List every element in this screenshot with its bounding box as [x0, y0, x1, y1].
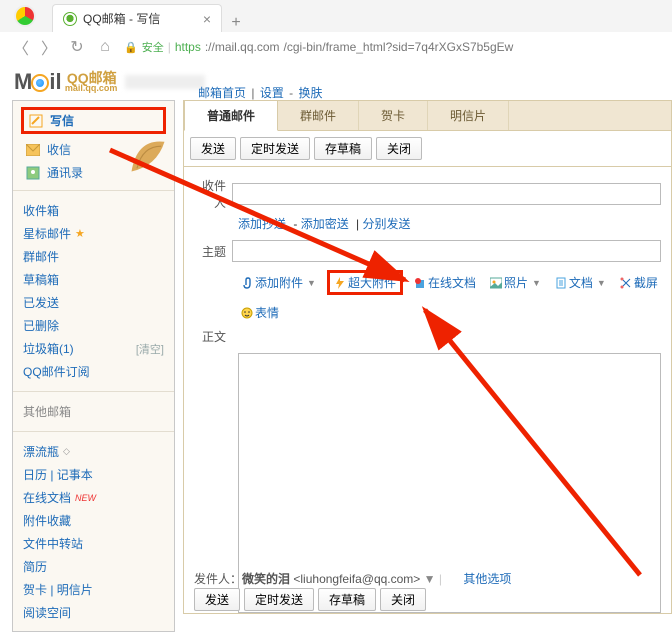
nav-home-icon[interactable]: ⌂ [96, 38, 114, 56]
compose-toolbar-bottom: 发送 定时发送 存草稿 关闭 [194, 588, 426, 611]
link-skin[interactable]: 换肤 [299, 86, 323, 100]
sender-bar: 发件人：微笑的泪 <liuhongfeifa@qq.com> ▼ | 其他选项 [194, 570, 661, 587]
compose-icon [28, 113, 44, 129]
folder-drafts[interactable]: 草稿箱 [23, 268, 164, 291]
url-path: /cgi-bin/frame_html?sid=7q4rXGxS7b5gEw [284, 40, 514, 54]
subject-input[interactable] [232, 240, 661, 262]
link-settings[interactable]: 设置 [260, 86, 284, 100]
label-body: 正文 [194, 328, 232, 345]
compose-tabs: 普通邮件 群邮件 贺卡 明信片 [183, 100, 672, 130]
new-tab-button[interactable]: + [222, 14, 250, 32]
spam-clear[interactable]: [清空] [136, 341, 164, 357]
timed-send-button[interactable]: 定时发送 [240, 137, 310, 160]
folder-deleted[interactable]: 已删除 [23, 314, 164, 337]
star-icon: ★ [75, 227, 85, 240]
scissors-icon [620, 277, 632, 289]
leaf-decor-icon [126, 133, 170, 177]
nav-forward-icon[interactable]: 〉 [40, 35, 58, 59]
extra-drift[interactable]: 漂流瓶 ◇ [23, 440, 164, 463]
other-options[interactable]: 其他选项 [463, 572, 511, 586]
label-to: 收件人 [194, 177, 232, 211]
folder-inbox[interactable]: 收件箱 [23, 199, 164, 222]
compose-toolbar: 发送 定时发送 存草稿 关闭 [183, 130, 672, 167]
browser-tab[interactable]: QQ邮箱 - 写信 × [52, 4, 222, 32]
head-links: 邮箱首页 | 设置 - 换肤 [196, 84, 325, 101]
extra-cards[interactable]: 贺卡 | 明信片 [23, 578, 164, 601]
extra-readspace[interactable]: 阅读空间 [23, 601, 164, 624]
browser-tabs: QQ邮箱 - 写信 × + [0, 0, 672, 32]
extra-calendar[interactable]: 日历 | 记事本 [23, 463, 164, 486]
link-cc[interactable]: 添加抄送 [238, 217, 286, 231]
sender-drop-icon[interactable]: ▼ [424, 572, 436, 586]
insert-doc[interactable]: 文档▼ [552, 273, 609, 292]
folder-group[interactable]: 群邮件 [23, 245, 164, 268]
nav-back-icon[interactable]: 〈 [12, 35, 30, 59]
doc-cloud-icon [414, 277, 426, 289]
recipient-sublinks: 添加抄送 - 添加密送 | 分别发送 [238, 215, 661, 232]
label-subject: 主题 [194, 243, 232, 260]
tab-title: QQ邮箱 - 写信 [83, 10, 160, 27]
folder-spam[interactable]: 垃圾箱(1)[清空] [23, 337, 164, 360]
insert-photo[interactable]: 照片▼ [487, 273, 544, 292]
link-home[interactable]: 邮箱首页 [198, 86, 246, 100]
link-bcc[interactable]: 添加密送 [301, 217, 349, 231]
lock-icon: 🔒 [124, 41, 138, 54]
sidebar: 写信 收信 通讯录 收件箱 星标邮件★ 群邮件 草稿箱 已发送 已删除 垃圾箱(… [12, 100, 175, 632]
send-button-bottom[interactable]: 发送 [194, 588, 240, 611]
close-button[interactable]: 关闭 [376, 137, 422, 160]
timed-send-button-bottom[interactable]: 定时发送 [244, 588, 314, 611]
browser-chrome: QQ邮箱 - 写信 × + 〈 〉 ↻ ⌂ 🔒 安全 | https://mai… [0, 0, 672, 62]
emoji[interactable]: 表情 [238, 303, 282, 322]
bolt-icon [334, 277, 346, 289]
url-box[interactable]: 🔒 安全 | https://mail.qq.com/cgi-bin/frame… [124, 39, 660, 55]
main-pane: 普通邮件 群邮件 贺卡 明信片 发送 定时发送 存草稿 关闭 收件人 添加抄送 … [175, 96, 672, 632]
compose-form: 收件人 添加抄送 - 添加密送 | 分别发送 主题 添加附件▼ 超大附件 在线文… [183, 167, 672, 614]
compose-button[interactable]: 写信 [21, 107, 166, 134]
sender-name: 微笑的泪 [242, 572, 290, 586]
to-input[interactable] [232, 183, 661, 205]
inbox-icon [25, 142, 41, 158]
qqmail-favicon [63, 12, 77, 26]
url-host: ://mail.qq.com [205, 40, 280, 54]
browser-navbar: 〈 〉 ↻ ⌂ 🔒 安全 | https://mail.qq.com/cgi-b… [0, 32, 672, 62]
photo-icon [490, 277, 502, 289]
doc-icon [555, 277, 567, 289]
folder-starred[interactable]: 星标邮件★ [23, 222, 164, 245]
tab-greeting[interactable]: 贺卡 [359, 101, 428, 130]
emoji-icon [241, 307, 253, 319]
add-attachment[interactable]: 添加附件▼ [238, 273, 319, 292]
tab-group[interactable]: 群邮件 [278, 101, 359, 130]
contacts-icon [25, 165, 41, 181]
qqmail-logo[interactable]: Mil QQ邮箱 mail.qq.com [14, 69, 117, 95]
close-button-bottom[interactable]: 关闭 [380, 588, 426, 611]
save-draft-button[interactable]: 存草稿 [314, 137, 372, 160]
sender-email: <liuhongfeifa@qq.com> [293, 572, 420, 586]
extra-resume[interactable]: 简历 [23, 555, 164, 578]
secure-label: 安全 [142, 39, 164, 55]
attach-bar: 添加附件▼ 超大附件 在线文档 照片▼ 文档▼ 截屏 表情 [238, 270, 661, 322]
link-separate[interactable]: 分别发送 [363, 217, 411, 231]
online-docs[interactable]: 在线文档 [411, 273, 479, 292]
mail-header: Mil QQ邮箱 mail.qq.com 邮箱首页 | 设置 - 换肤 [0, 62, 672, 96]
tab-normal[interactable]: 普通邮件 [184, 100, 278, 131]
folder-subscribe[interactable]: QQ邮件订阅 [23, 360, 164, 383]
extra-fav[interactable]: 附件收藏 [23, 509, 164, 532]
large-attachment[interactable]: 超大附件 [327, 270, 403, 295]
chrome-profile-icon [14, 5, 36, 27]
screenshot[interactable]: 截屏 [617, 273, 661, 292]
extra-docs[interactable]: 在线文档NEW [23, 486, 164, 509]
folder-sent[interactable]: 已发送 [23, 291, 164, 314]
send-button[interactable]: 发送 [190, 137, 236, 160]
tab-postcard[interactable]: 明信片 [428, 101, 509, 130]
paperclip-icon [241, 277, 253, 289]
tab-close-icon[interactable]: × [203, 11, 211, 27]
other-mailbox-header: 其他邮箱 [23, 400, 164, 423]
save-draft-button-bottom[interactable]: 存草稿 [318, 588, 376, 611]
url-https: https [175, 40, 201, 54]
user-blur [125, 75, 205, 89]
extra-transfer[interactable]: 文件中转站 [23, 532, 164, 555]
dropdown-icon: ▼ [307, 278, 316, 288]
nav-reload-icon[interactable]: ↻ [68, 37, 86, 57]
